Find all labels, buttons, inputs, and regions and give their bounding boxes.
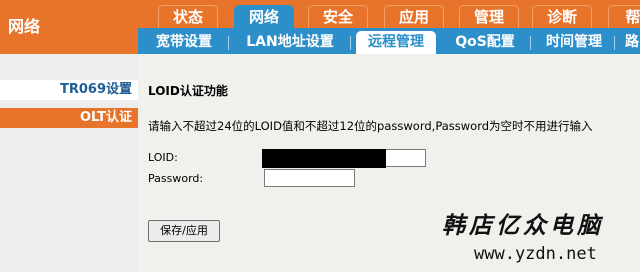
tab-management[interactable]: 管理	[459, 5, 519, 28]
tab-status[interactable]: 状态	[158, 5, 218, 28]
main-nav-bar: 状态 网络 安全 应用 管理 诊断 帮	[138, 0, 640, 28]
subtab-qos[interactable]: QoS配置	[442, 31, 528, 54]
sidebar-item-olt-auth[interactable]: OLT认证	[0, 108, 138, 128]
subtab-remote-management[interactable]: 远程管理	[356, 31, 436, 54]
subtab-divider	[350, 36, 351, 50]
page-title: LOID认证功能	[148, 84, 228, 98]
password-field[interactable]	[264, 169, 355, 187]
sidebar: TR069设置 OLT认证	[0, 54, 138, 272]
tab-help[interactable]: 帮	[608, 5, 640, 28]
tab-application[interactable]: 应用	[384, 5, 444, 28]
description-text: 请输入不超过24位的LOID值和不超过12位的password,Password…	[148, 119, 593, 133]
loid-redaction	[262, 149, 386, 168]
watermark-url: www.yzdn.net	[474, 244, 597, 264]
sub-nav-bar: 宽带设置 LAN地址设置 远程管理 QoS配置 时间管理 路	[138, 28, 640, 54]
loid-label: LOID:	[148, 151, 178, 164]
save-apply-button[interactable]: 保存/应用	[148, 220, 220, 242]
tab-security[interactable]: 安全	[308, 5, 368, 28]
subtab-broadband[interactable]: 宽带设置	[144, 31, 224, 54]
subtab-time[interactable]: 时间管理	[536, 31, 612, 54]
subtab-divider	[614, 36, 615, 50]
subtab-route[interactable]: 路	[620, 31, 640, 54]
subtab-lan[interactable]: LAN地址设置	[234, 31, 346, 54]
tab-network[interactable]: 网络	[234, 5, 294, 28]
watermark-name: 韩店亿众电脑	[442, 212, 604, 239]
tab-diagnosis[interactable]: 诊断	[532, 5, 592, 28]
sidebar-item-tr069[interactable]: TR069设置	[0, 80, 138, 100]
section-title: 网络	[0, 0, 138, 54]
subtab-divider	[228, 36, 229, 50]
password-label: Password:	[148, 172, 204, 185]
subtab-divider	[530, 36, 531, 50]
